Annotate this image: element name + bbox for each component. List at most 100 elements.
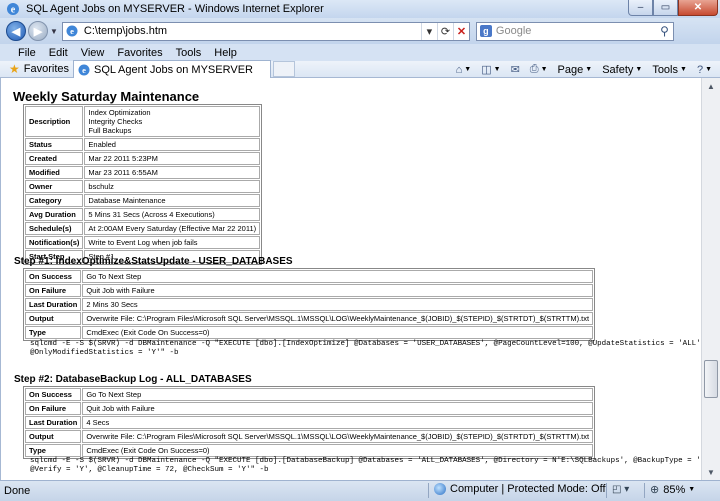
row-label: Description [25, 106, 84, 137]
row-label: Category [25, 194, 84, 207]
arrow-right-icon: ▶ [33, 25, 43, 38]
scroll-down-icon[interactable]: ▼ [704, 465, 718, 479]
row-label: On Failure [25, 402, 82, 415]
compatibility-icon[interactable]: ▾ [420, 22, 437, 40]
home-icon: ⌂ [455, 63, 463, 76]
internet-explorer-icon: e [7, 3, 19, 16]
mail-button[interactable]: ✉ [511, 63, 520, 76]
scroll-thumb[interactable] [704, 360, 718, 398]
step-1-heading: Step #1: IndexOptimize&StatsUpdate - USE… [14, 256, 293, 267]
close-button[interactable]: ✕ [678, 0, 718, 16]
forward-button[interactable]: ▶ [28, 21, 48, 41]
chevron-down-icon: ▼ [680, 66, 687, 73]
back-button[interactable]: ◀ [6, 21, 26, 41]
search-input[interactable]: Google [496, 25, 660, 37]
row-value: CmdExec (Exit Code On Success=0) [82, 326, 594, 339]
zoom-control[interactable]: ⊕ 85% ▼ [650, 483, 695, 497]
address-input[interactable]: C:\temp\jobs.htm [84, 25, 421, 37]
search-icon[interactable]: ⚲ [660, 24, 669, 38]
new-tab-button[interactable] [273, 61, 295, 77]
table-row: On Success Go To Next Step [25, 388, 594, 401]
tab-active[interactable]: e SQL Agent Jobs on MYSERVER [73, 60, 271, 78]
page-menu-button[interactable]: Page ▼ [558, 64, 593, 76]
title-bar: e SQL Agent Jobs on MYSERVER - Windows I… [0, 0, 720, 18]
security-zone[interactable]: Computer | Protected Mode: Off [434, 483, 606, 495]
row-label: Output [25, 312, 82, 325]
status-divider [428, 483, 429, 498]
step-2-heading: Step #2: DatabaseBackup Log - ALL_DATABA… [14, 374, 252, 385]
table-row: Output Overwrite File: C:\Program Files\M… [25, 312, 594, 325]
tools-menu-button[interactable]: Tools ▼ [652, 64, 687, 76]
menu-favorites[interactable]: Favorites [117, 47, 162, 59]
row-label: On Failure [25, 284, 82, 297]
page-icon: e [66, 25, 78, 37]
table-row: On Failure Quit Job with Failure [25, 284, 594, 297]
menu-help[interactable]: Help [214, 47, 237, 59]
menu-file[interactable]: File [18, 47, 36, 59]
row-value: bschulz [84, 180, 261, 193]
search-box[interactable]: g Google ⚲ [475, 21, 674, 41]
maximize-button[interactable]: ▭ [653, 0, 678, 16]
tab-title: SQL Agent Jobs on MYSERVER [94, 63, 253, 76]
computer-zone-icon [434, 483, 446, 495]
menu-edit[interactable]: Edit [49, 47, 68, 59]
row-label: Type [25, 326, 82, 339]
menu-view[interactable]: View [81, 47, 105, 59]
stop-icon[interactable]: ✕ [452, 22, 469, 40]
command-line: @OnlyModifiedStatistics = 'Y'" -b [30, 349, 179, 357]
home-button[interactable]: ⌂ ▼ [456, 64, 472, 76]
row-value: Overwrite File: C:\Program Files\Microso… [82, 312, 594, 325]
favorites-button[interactable]: Favorites [24, 63, 69, 75]
zoom-icon: ⊕ [650, 484, 660, 496]
table-row: Status Enabled [25, 138, 261, 151]
svg-text:e: e [70, 26, 74, 36]
description-cell: Index Optimization Integrity Checks Full… [84, 106, 261, 137]
row-label: Modified [25, 166, 84, 179]
chevron-down-icon: ▼ [493, 66, 501, 73]
row-label: Last Duration [25, 416, 82, 429]
table-row: Type CmdExec (Exit Code On Success=0) [25, 326, 594, 339]
table-row: Description Index Optimization Integrity… [25, 106, 261, 137]
row-label: Status [25, 138, 84, 151]
minimize-button[interactable]: – [628, 0, 653, 16]
command-line: @Verify = 'Y', @CleanupTime = 72, @Check… [30, 466, 269, 474]
description-line: Full Backups [88, 126, 132, 135]
chevron-down-icon: ▼ [635, 66, 643, 73]
svg-text:e: e [11, 5, 16, 16]
svg-text:e: e [82, 65, 86, 75]
table-row: On Failure Quit Job with Failure [25, 402, 594, 415]
help-button[interactable]: ? ▼ [697, 64, 712, 76]
help-icon: ? [696, 63, 704, 76]
row-value: Overwrite File: C:\Program Files\Microso… [82, 430, 594, 443]
refresh-icon[interactable]: ⟳ [436, 22, 453, 40]
menu-tools[interactable]: Tools [176, 47, 202, 59]
address-row: ◀ ▶ ▼ e C:\temp\jobs.htm ▾ ⟳ ✕ g Google … [0, 18, 720, 44]
table-row: Owner bschulz [25, 180, 261, 193]
row-value: Quit Job with Failure [82, 284, 594, 297]
table-row: Schedule(s) At 2:00AM Every Saturday (Eff… [25, 222, 261, 235]
table-row: Last Duration 4 Secs [25, 416, 594, 429]
row-value: Write to Event Log when job fails [84, 236, 261, 249]
status-text: Done [4, 485, 31, 497]
address-bar[interactable]: e C:\temp\jobs.htm ▾ ⟳ ✕ [61, 21, 470, 41]
popup-blocker-icon[interactable]: ◰ ▾ [612, 484, 629, 495]
row-label: Schedule(s) [25, 222, 84, 235]
row-value: Database Maintenance [84, 194, 261, 207]
row-value: Go To Next Step [82, 270, 594, 283]
feeds-button[interactable]: ◫ ▼ [481, 63, 500, 76]
safety-menu-button[interactable]: Safety ▼ [602, 64, 642, 76]
row-label: Owner [25, 180, 84, 193]
recent-pages-dropdown-icon[interactable]: ▼ [50, 27, 58, 36]
table-row: Type CmdExec (Exit Code On Success=0) [25, 444, 594, 457]
scroll-up-icon[interactable]: ▲ [704, 79, 718, 93]
command-line: sqlcmd -E -S $(SRVR) -d DBMaintenance -Q… [30, 340, 701, 348]
row-label: Notification(s) [25, 236, 84, 249]
arrow-left-icon: ◀ [11, 25, 21, 38]
vertical-scrollbar[interactable]: ▲ ▼ [701, 78, 720, 480]
row-value: Mar 23 2011 6:55AM [84, 166, 261, 179]
google-icon: g [479, 25, 492, 37]
status-divider [606, 483, 607, 498]
print-button[interactable]: ⎙ ▼ [530, 63, 548, 76]
description-line: Index Optimization [88, 108, 151, 117]
favorites-star-icon[interactable]: ★ [9, 62, 20, 76]
